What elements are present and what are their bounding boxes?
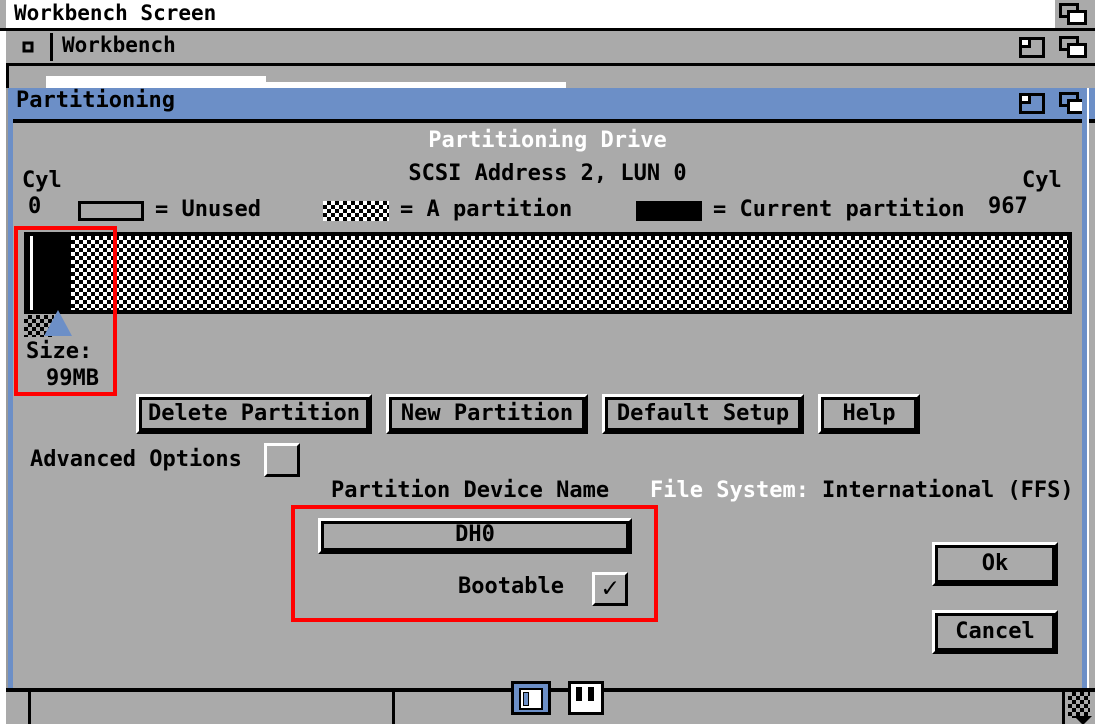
partitioning-window-title: Partitioning bbox=[16, 88, 175, 113]
partition-start-marker bbox=[30, 236, 33, 310]
workbench-title-bar[interactable]: Workbench bbox=[6, 31, 1095, 63]
help-button[interactable]: Help bbox=[818, 394, 920, 434]
checkmark-icon: ✓ bbox=[601, 572, 619, 604]
legend-label-current-partition: = Current partition bbox=[713, 197, 965, 222]
screen-title-bar: Workbench Screen bbox=[0, 0, 1095, 31]
legend-swatch-unused bbox=[78, 201, 144, 221]
workbench-scroll-border bbox=[1062, 690, 1065, 724]
legend-label-unused: = Unused bbox=[155, 197, 261, 222]
scsi-address-heading: SCSI Address 2, LUN 0 bbox=[408, 161, 687, 186]
delete-partition-button[interactable]: Delete Partition bbox=[136, 394, 372, 434]
workbench-gadget-divider bbox=[50, 33, 53, 61]
depth-arrange-icon bbox=[1055, 89, 1095, 117]
partitioning-title-bar[interactable]: Partitioning bbox=[6, 88, 1095, 119]
legend-swatch-a-partition bbox=[323, 201, 389, 221]
workbench-close-gadget[interactable] bbox=[10, 33, 46, 61]
bootable-label: Bootable bbox=[458, 574, 564, 599]
workbench-bottom-separator bbox=[392, 692, 395, 724]
partition-device-name-input[interactable]: DH0 bbox=[318, 518, 632, 554]
ok-button[interactable]: Ok bbox=[932, 542, 1058, 586]
close-icon bbox=[10, 33, 46, 61]
partition-selection-pointer-icon bbox=[44, 310, 72, 336]
scroll-down-arrow-icon[interactable] bbox=[1074, 716, 1092, 724]
partition-device-name-label: Partition Device Name bbox=[331, 478, 610, 503]
advanced-options-checkbox[interactable] bbox=[264, 443, 300, 477]
screen-title: Workbench Screen bbox=[14, 1, 217, 25]
default-setup-button[interactable]: Default Setup bbox=[602, 394, 804, 434]
partition-device-name-value: DH0 bbox=[455, 522, 495, 547]
screen-depth-gadget[interactable] bbox=[1055, 0, 1095, 28]
partitioning-depth-gadget[interactable] bbox=[1055, 89, 1095, 117]
partition-block-a-partition[interactable] bbox=[71, 236, 1068, 310]
bootable-checkbox[interactable]: ✓ bbox=[592, 572, 628, 606]
workbench-window-title: Workbench bbox=[62, 33, 176, 57]
cylinder-end-value: 967 bbox=[988, 194, 1028, 219]
screen-left-edge bbox=[0, 0, 6, 30]
zoom-icon bbox=[1014, 89, 1054, 117]
advanced-options-label: Advanced Options bbox=[30, 447, 242, 472]
floppy-disk-icon[interactable] bbox=[511, 678, 551, 718]
partition-size-value: 99MB bbox=[46, 366, 99, 391]
drive-heading: Partitioning Drive bbox=[428, 128, 667, 153]
legend-swatch-current-partition bbox=[636, 201, 702, 221]
cylinder-start-label: Cyl bbox=[22, 168, 62, 193]
partition-map-bar[interactable] bbox=[24, 232, 1072, 314]
workbench-scroll-track[interactable] bbox=[1068, 692, 1090, 718]
cylinder-start-value: 0 bbox=[28, 194, 42, 219]
workbench-bottom-left-border bbox=[28, 692, 31, 724]
file-system-value: International (FFS) bbox=[822, 478, 1074, 503]
amiga-workbench-screen: Workbench Screen Workbench Partitioning … bbox=[0, 0, 1095, 724]
depth-arrange-icon bbox=[1055, 33, 1095, 61]
legend-label-a-partition: = A partition bbox=[400, 197, 573, 222]
partition-block-current[interactable] bbox=[24, 232, 70, 314]
cancel-button[interactable]: Cancel bbox=[932, 610, 1058, 654]
workbench-zoom-gadget[interactable] bbox=[1014, 33, 1054, 61]
file-system-label: File System: bbox=[650, 478, 809, 503]
depth-arrange-icon bbox=[1055, 0, 1095, 28]
zoom-icon bbox=[1014, 33, 1054, 61]
hard-drive-icon[interactable] bbox=[568, 678, 604, 718]
partition-size-label: Size: bbox=[26, 339, 93, 364]
partitioning-zoom-gadget[interactable] bbox=[1014, 89, 1054, 117]
cylinder-end-label: Cyl bbox=[1022, 168, 1062, 193]
workbench-depth-gadget[interactable] bbox=[1055, 33, 1095, 61]
new-partition-button[interactable]: New Partition bbox=[386, 394, 588, 434]
